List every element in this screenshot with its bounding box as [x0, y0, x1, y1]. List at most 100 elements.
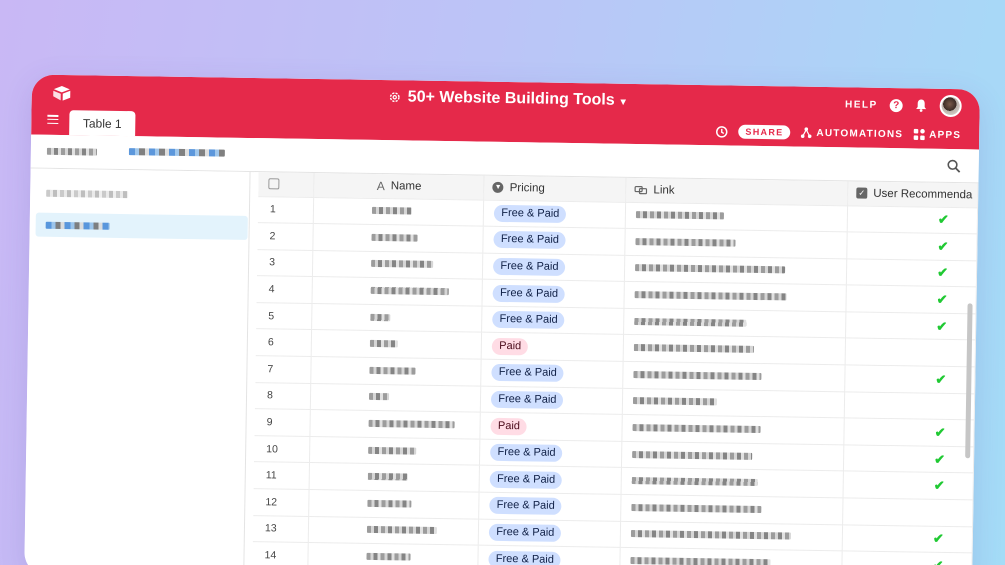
share-button[interactable]: SHARE — [738, 124, 791, 140]
automations-icon — [801, 127, 812, 139]
pricing-cell[interactable]: Free & Paid — [478, 518, 621, 548]
obscured-text — [371, 286, 450, 296]
pricing-cell[interactable]: Free & Paid — [480, 385, 623, 415]
pricing-cell[interactable]: Free & Paid — [478, 492, 622, 521]
name-cell[interactable] — [313, 196, 484, 227]
user-recommended-cell[interactable]: ✔ — [845, 285, 977, 314]
link-cell[interactable] — [624, 228, 848, 259]
name-cell[interactable] — [308, 542, 479, 565]
airtable-logo-icon[interactable] — [52, 85, 72, 101]
check-icon: ✔ — [935, 371, 947, 387]
check-icon: ✔ — [937, 238, 949, 254]
user-recommended-cell[interactable]: ✔ — [847, 205, 978, 235]
base-title-button[interactable]: 50+ Website Building Tools ▾ — [388, 88, 626, 110]
link-cell[interactable] — [625, 201, 848, 232]
obscured-text — [369, 393, 390, 401]
pricing-cell[interactable]: Free & Paid — [478, 545, 621, 565]
column-header-name[interactable]: A Name — [314, 173, 485, 200]
sidebar-item-obscured[interactable] — [36, 181, 248, 208]
user-recommended-cell[interactable]: ✔ — [843, 471, 974, 500]
pricing-cell[interactable]: Free & Paid — [483, 199, 626, 229]
user-recommended-cell[interactable]: ✔ — [846, 231, 978, 261]
user-avatar[interactable] — [939, 94, 962, 118]
name-cell[interactable] — [312, 250, 484, 280]
link-cell[interactable] — [622, 361, 846, 392]
name-cell[interactable] — [309, 462, 480, 493]
row-number: 7 — [255, 355, 312, 384]
base-title: 50+ Website Building Tools — [407, 88, 615, 109]
link-cell[interactable] — [620, 520, 843, 552]
row-number: 12 — [253, 488, 310, 517]
pricing-cell[interactable]: Free & Paid — [479, 465, 622, 495]
name-cell[interactable] — [311, 356, 482, 386]
obscured-text — [371, 260, 434, 269]
column-header-user-recommended[interactable]: ✓ User Recommenda — [847, 181, 978, 208]
pricing-cell[interactable]: Paid — [481, 332, 624, 362]
tab-table-1[interactable]: Table 1 — [69, 110, 136, 137]
column-header-pricing[interactable]: ▼ Pricing — [483, 175, 627, 202]
name-cell[interactable] — [311, 329, 482, 360]
pricing-cell[interactable]: Free & Paid — [483, 226, 626, 256]
link-cell[interactable] — [624, 281, 847, 312]
row-number: 13 — [252, 515, 310, 543]
search-icon[interactable] — [947, 159, 961, 173]
pricing-pill: Free & Paid — [493, 257, 566, 276]
link-cell[interactable] — [619, 547, 843, 565]
link-cell[interactable] — [621, 467, 844, 498]
help-link[interactable]: HELP — [845, 99, 878, 111]
pricing-cell[interactable]: Free & Paid — [481, 359, 624, 389]
pricing-cell[interactable]: Paid — [480, 412, 623, 442]
column-header-link[interactable]: Link — [625, 177, 848, 206]
user-recommended-cell[interactable] — [844, 391, 975, 421]
automations-button[interactable]: AUTOMATIONS — [800, 127, 903, 141]
user-recommended-cell[interactable]: ✔ — [843, 444, 974, 474]
view-switcher-obscured[interactable] — [46, 147, 97, 156]
apps-button[interactable]: APPS — [913, 128, 961, 141]
name-cell[interactable] — [313, 223, 484, 253]
user-recommended-cell[interactable] — [842, 497, 973, 527]
history-icon[interactable] — [715, 125, 728, 138]
obscured-text — [368, 446, 417, 455]
name-cell[interactable] — [309, 489, 480, 519]
help-icon[interactable]: ? — [889, 98, 903, 112]
pricing-cell[interactable]: Free & Paid — [479, 438, 623, 468]
user-recommended-cell[interactable]: ✔ — [846, 258, 977, 288]
select-all-checkbox[interactable] — [268, 178, 280, 190]
pricing-pill: Free & Paid — [489, 470, 563, 489]
menu-icon[interactable] — [47, 114, 59, 125]
sidebar-item-selected-obscured[interactable] — [35, 212, 248, 240]
link-cell[interactable] — [622, 414, 845, 445]
pricing-cell[interactable]: Free & Paid — [481, 306, 625, 335]
name-cell[interactable] — [310, 383, 482, 413]
records-table: A Name ▼ Pricing Link ✓ User Recommenda — [252, 172, 978, 565]
pricing-cell[interactable]: Free & Paid — [482, 279, 625, 309]
obscured-text — [634, 317, 747, 327]
user-recommended-cell[interactable]: ✔ — [844, 364, 976, 394]
user-recommended-cell[interactable] — [845, 338, 976, 367]
row-number: 5 — [256, 302, 313, 330]
obscured-text — [369, 366, 416, 375]
user-recommended-cell[interactable]: ✔ — [845, 311, 976, 341]
name-cell[interactable] — [312, 276, 483, 307]
link-cell[interactable] — [622, 388, 845, 419]
name-cell[interactable] — [311, 303, 483, 333]
pricing-pill: Paid — [490, 417, 528, 435]
link-cell[interactable] — [624, 255, 847, 286]
app-window: 50+ Website Building Tools ▾ HELP ? Tabl… — [24, 74, 980, 565]
pricing-cell[interactable]: Free & Paid — [482, 252, 625, 282]
link-cell[interactable] — [623, 308, 846, 339]
name-cell[interactable] — [309, 436, 481, 466]
link-cell[interactable] — [621, 441, 844, 472]
name-cell[interactable] — [308, 516, 479, 546]
apps-icon — [913, 128, 925, 141]
user-recommended-cell[interactable]: ✔ — [843, 418, 975, 447]
link-cell[interactable] — [620, 494, 844, 525]
user-recommended-cell[interactable]: ✔ — [841, 551, 973, 565]
link-cell[interactable] — [623, 334, 846, 365]
user-recommended-cell[interactable]: ✔ — [842, 524, 973, 554]
view-name-obscured[interactable] — [128, 148, 225, 157]
select-all-header[interactable] — [258, 172, 315, 197]
name-cell[interactable] — [310, 409, 481, 439]
column-label-name: Name — [390, 179, 422, 193]
notification-bell-icon[interactable] — [915, 98, 928, 112]
